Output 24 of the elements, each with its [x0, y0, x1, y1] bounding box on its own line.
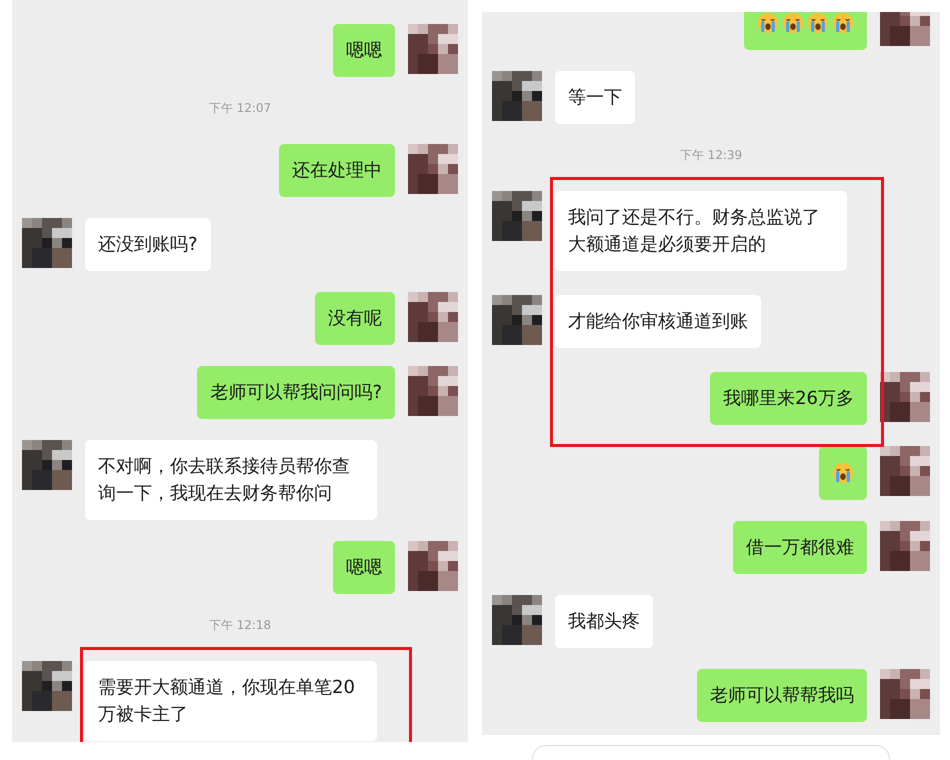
crying-face-icon [757, 12, 779, 34]
message-bubble: 嗯嗯 [333, 24, 395, 77]
message-bubble: 没有呢 [315, 292, 395, 345]
crying-face-icon [832, 462, 854, 484]
timestamp: 下午 12:39 [680, 148, 742, 162]
timestamp: 下午 12:18 [208, 618, 272, 632]
message-bubble: 我哪里来26万多 [710, 372, 867, 425]
message-bubble: 老师可以帮我问问吗? [197, 366, 395, 419]
crying-face-icon [807, 12, 829, 34]
crying-face-icon [782, 12, 804, 34]
message-bubble: 等一下 [555, 71, 635, 124]
message-bubble: 需要开大额通道，你现在单笔20万被卡主了 [85, 661, 377, 741]
timestamp: 下午 12:07 [208, 101, 272, 115]
input-field[interactable] [532, 745, 890, 760]
message-bubble: 嗯嗯 [333, 541, 395, 594]
message-bubble: 老师可以帮帮我吗 [697, 669, 867, 722]
crying-face-icon [832, 12, 854, 34]
message-bubble: 不对啊，你去联系接待员帮你查询一下，我现在去财务帮你问 [85, 440, 377, 520]
message-bubble: 才能给你审核通道到账 [555, 295, 761, 348]
message-bubble: 我都头疼 [555, 595, 653, 648]
message-bubble: 还在处理中 [279, 144, 395, 197]
message-bubble: 借一万都很难 [733, 521, 867, 574]
message-bubble: 还没到账吗? [85, 218, 211, 271]
message-bubble: 我问了还是不行。财务总监说了大额通道是必须要开启的 [555, 191, 847, 271]
